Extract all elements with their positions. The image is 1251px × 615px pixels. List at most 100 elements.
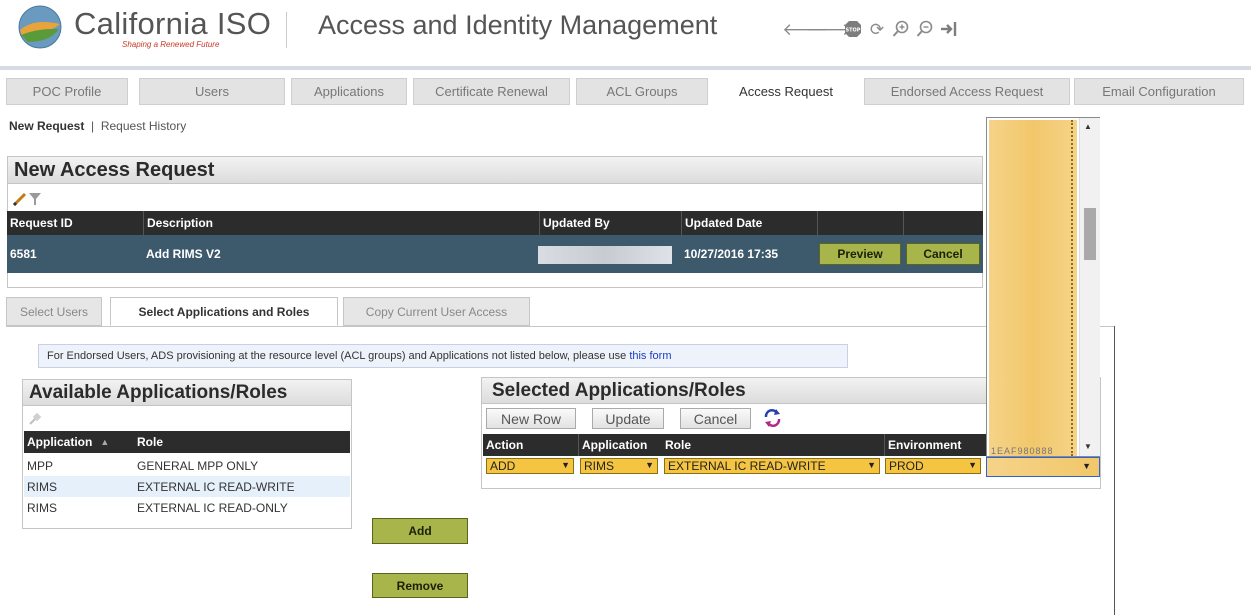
col-updated-date: Updated Date bbox=[681, 211, 817, 235]
new-access-request-title: New Access Request bbox=[7, 156, 983, 184]
chevron-down-icon: ▼ bbox=[968, 460, 977, 470]
action-select[interactable]: ADD ▼ bbox=[486, 458, 574, 474]
header-divider bbox=[286, 12, 287, 48]
role-cell: EXTERNAL IC READ-ONLY bbox=[137, 500, 288, 515]
tab-certificate-renewal[interactable]: Certificate Renewal bbox=[413, 78, 570, 105]
app-cell: MPP bbox=[27, 458, 54, 473]
scroll-up-icon[interactable]: ▲ bbox=[1084, 122, 1092, 131]
zoom-in-icon[interactable] bbox=[892, 20, 910, 38]
preview-button[interactable]: Preview bbox=[819, 243, 901, 265]
col-application-header: Application ▲ bbox=[24, 431, 134, 453]
application-select-value: RIMS bbox=[584, 459, 614, 473]
header-rule bbox=[0, 66, 1251, 70]
col-action-2 bbox=[903, 211, 983, 235]
col-updated-by: Updated By bbox=[539, 211, 681, 235]
table-row[interactable]: RIMS EXTERNAL IC READ-WRITE bbox=[24, 476, 350, 497]
add-button[interactable]: Add bbox=[372, 518, 468, 544]
dropdown-value-redacted bbox=[991, 461, 1063, 473]
dropdown-options-redacted bbox=[989, 120, 1077, 456]
tab-email-configuration[interactable]: Email Configuration bbox=[1074, 78, 1244, 105]
scroll-down-icon[interactable]: ▼ bbox=[1084, 442, 1092, 451]
app-cell: RIMS bbox=[27, 479, 57, 494]
request-description-value: Add RIMS V2 bbox=[146, 247, 221, 261]
col-role: Role bbox=[137, 435, 164, 449]
subtab-bar: Select Users Select Applications and Rol… bbox=[6, 297, 530, 327]
chevron-down-icon: ▼ bbox=[561, 460, 570, 470]
stop-icon[interactable]: STOP bbox=[844, 20, 862, 38]
logout-icon[interactable] bbox=[940, 20, 958, 38]
available-grid-header: Application ▲ Role bbox=[24, 431, 350, 453]
chevron-down-icon: ▼ bbox=[645, 460, 654, 470]
edit-pencil-icon[interactable] bbox=[12, 191, 28, 212]
chevron-down-icon: ▼ bbox=[867, 460, 876, 470]
col-request-id: Request ID bbox=[10, 216, 73, 230]
subtab-content-right-border bbox=[1114, 326, 1115, 615]
endorsed-users-notice: For Endorsed Users, ADS provisioning at … bbox=[38, 344, 848, 368]
filter-icon[interactable] bbox=[28, 191, 42, 212]
col-application: Application bbox=[27, 435, 93, 449]
role-select-value: EXTERNAL IC READ-WRITE bbox=[668, 459, 826, 473]
tab-select-applications-roles[interactable]: Select Applications and Roles bbox=[110, 297, 338, 326]
this-form-link[interactable]: this form bbox=[629, 350, 671, 362]
environment-select[interactable]: PROD ▼ bbox=[885, 458, 981, 474]
new-row-button[interactable]: New Row bbox=[486, 408, 576, 429]
table-row[interactable]: MPP GENERAL MPP ONLY bbox=[24, 455, 350, 476]
col-sel-role: Role bbox=[665, 438, 692, 452]
cancel-selection-button[interactable]: Cancel bbox=[680, 408, 751, 429]
tab-select-users[interactable]: Select Users bbox=[6, 297, 102, 326]
dropdown-select[interactable]: ▼ bbox=[986, 457, 1100, 477]
notice-text: For Endorsed Users, ADS provisioning at … bbox=[47, 350, 627, 362]
tab-users[interactable]: Users bbox=[139, 78, 285, 105]
action-select-value: ADD bbox=[490, 459, 516, 473]
table-row[interactable]: RIMS EXTERNAL IC READ-ONLY bbox=[24, 497, 350, 518]
application-select[interactable]: RIMS ▼ bbox=[580, 458, 658, 474]
tab-applications[interactable]: Applications bbox=[291, 78, 407, 105]
role-select[interactable]: EXTERNAL IC READ-WRITE ▼ bbox=[664, 458, 880, 474]
brand-name: California ISO bbox=[74, 6, 272, 41]
forward-arrow-icon[interactable]: 🡒 bbox=[806, 20, 852, 38]
stop-icon-label: STOP bbox=[846, 28, 861, 34]
scrollbar-thumb[interactable] bbox=[1084, 208, 1096, 260]
pin-icon[interactable] bbox=[27, 411, 43, 432]
environment-select-value: PROD bbox=[889, 459, 924, 473]
dropdown-partial-option: 1EAF980888 bbox=[991, 446, 1054, 456]
app-title: Access and Identity Management bbox=[318, 10, 718, 40]
tab-poc-profile[interactable]: POC Profile bbox=[6, 78, 128, 105]
new-request-link[interactable]: New Request bbox=[9, 119, 84, 133]
tab-copy-current-user-access[interactable]: Copy Current User Access bbox=[343, 297, 530, 326]
header-toolbar: 🡐 🡒 STOP ⟳ bbox=[782, 20, 958, 38]
available-panel-title: Available Applications/Roles bbox=[22, 379, 352, 406]
col-action-1 bbox=[817, 211, 903, 235]
subnav-separator: | bbox=[91, 119, 95, 133]
role-cell: EXTERNAL IC READ-WRITE bbox=[137, 479, 295, 494]
dropdown-list[interactable]: 1EAF980888 ▲ ▼ bbox=[986, 117, 1100, 457]
sort-asc-icon[interactable]: ▲ bbox=[100, 437, 109, 447]
update-button[interactable]: Update bbox=[592, 408, 664, 429]
table-row[interactable]: 6581 Add RIMS V2 10/27/2016 17:35 Previe… bbox=[7, 235, 983, 273]
refresh-icon[interactable]: ⟳ bbox=[868, 20, 886, 38]
request-history-link[interactable]: Request History bbox=[101, 119, 186, 133]
cancel-request-button[interactable]: Cancel bbox=[906, 243, 980, 265]
tab-acl-groups[interactable]: ACL Groups bbox=[576, 78, 708, 105]
col-sel-application: Application bbox=[578, 434, 662, 456]
zoom-out-icon[interactable] bbox=[916, 20, 934, 38]
tab-endorsed-access-request[interactable]: Endorsed Access Request bbox=[864, 78, 1070, 105]
col-description: Description bbox=[143, 211, 539, 235]
subtab-content-top-border bbox=[6, 326, 1115, 327]
california-iso-logo-icon bbox=[14, 4, 66, 50]
role-cell: GENERAL MPP ONLY bbox=[137, 458, 259, 473]
brand-tagline: Shaping a Renewed Future bbox=[122, 40, 220, 49]
dropdown-scrollbar[interactable]: ▲ ▼ bbox=[1079, 118, 1100, 456]
request-id-value: 6581 bbox=[10, 247, 37, 261]
sync-icon[interactable] bbox=[762, 408, 784, 433]
col-environment: Environment bbox=[884, 434, 988, 456]
chevron-down-icon: ▼ bbox=[1082, 461, 1091, 471]
updated-by-redacted bbox=[538, 246, 672, 264]
remove-button[interactable]: Remove bbox=[372, 573, 468, 598]
tab-access-request[interactable]: Access Request bbox=[712, 78, 860, 105]
app-cell: RIMS bbox=[27, 500, 57, 515]
request-updated-date-value: 10/27/2016 17:35 bbox=[684, 247, 779, 261]
sub-navigation: New Request | Request History bbox=[9, 119, 186, 133]
dropdown-focus-outline bbox=[1071, 120, 1075, 456]
col-action: Action bbox=[486, 438, 524, 452]
